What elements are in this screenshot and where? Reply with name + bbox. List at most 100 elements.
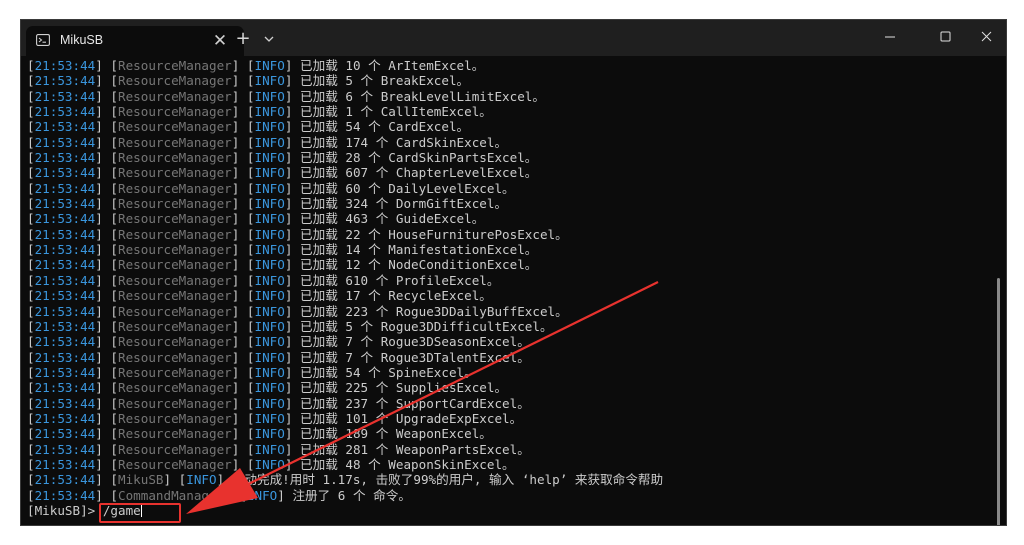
log-message: 已加载 1 个 CallItemExcel。 [300,104,492,120]
terminal-output[interactable]: [21:53:44] [ResourceManager] [INFO] 已加载 … [27,58,987,523]
log-message: 已加载 48 个 WeaponSkinExcel。 [300,456,515,472]
bracket: ] [ [95,441,119,457]
bracket: ] [ [95,211,119,227]
log-level: INFO [254,410,285,426]
log-source: ResourceManager [118,58,232,73]
bracket: ] [ [231,410,255,426]
bracket: [ [27,364,35,380]
log-line: [21:53:44] [ResourceManager] [INFO] 已加载 … [27,242,987,257]
log-line: [21:53:44] [ResourceManager] [INFO] 已加载 … [27,211,987,226]
log-message: 注册了 6 个 命令。 [292,487,411,503]
tab-mikusb[interactable]: MikuSB ✕ [26,26,244,56]
log-message: 已加载 60 个 DailyLevelExcel。 [300,180,515,196]
log-line: [21:53:44] [ResourceManager] [INFO] 已加载 … [27,58,987,73]
bracket: ] [ [224,487,247,503]
bracket: ] [ [231,380,255,396]
log-level: INFO [254,58,285,73]
bracket: ] [277,487,293,503]
log-line: [21:53:44] [ResourceManager] [INFO] 已加载 … [27,73,987,88]
log-level: INFO [254,456,285,472]
bracket: [ [27,456,35,472]
bracket: ] [ [231,196,255,212]
log-line: [21:53:44] [ResourceManager] [INFO] 已加载 … [27,457,987,472]
log-message: 已加载 17 个 RecycleExcel。 [300,288,492,304]
log-level: INFO [254,303,285,319]
bracket: ] [ [95,134,119,150]
log-timestamp: 21:53:44 [34,119,96,135]
chevron-down-icon[interactable] [259,29,279,49]
bracket: ] [ [95,472,119,488]
bracket: ] [ [231,272,255,288]
scrollbar[interactable] [997,278,1000,525]
log-source: ResourceManager [118,410,232,426]
bracket: [ [27,410,35,426]
log-level: INFO [254,318,285,334]
close-tab-icon[interactable]: ✕ [210,31,230,51]
log-timestamp: 21:53:44 [34,472,96,488]
bracket: ] [ [231,242,255,258]
new-tab-button[interactable]: + [232,28,254,50]
close-window-icon[interactable] [964,20,1007,56]
log-message: 已加载 12 个 NodeConditionExcel。 [300,257,538,273]
log-level: INFO [254,104,285,120]
log-line: [21:53:44] [ResourceManager] [INFO] 已加载 … [27,150,987,165]
bracket: ] [ [231,334,255,350]
bracket: ] [284,119,301,135]
bracket: ] [ [95,303,119,319]
log-source: ResourceManager [118,272,232,288]
log-source: ResourceManager [118,165,232,181]
bracket: ] [ [231,303,255,319]
bracket: ] [284,242,301,258]
log-line: [21:53:44] [ResourceManager] [INFO] 已加载 … [27,104,987,119]
log-line: [21:53:44] [ResourceManager] [INFO] 已加载 … [27,89,987,104]
bracket: ] [ [231,119,255,135]
log-level: INFO [254,226,285,242]
log-source: ResourceManager [118,104,232,120]
bracket: ] [ [231,88,255,104]
log-source: ResourceManager [118,349,232,365]
bracket: [ [27,196,35,212]
log-level: INFO [254,119,285,135]
log-line: [21:53:44] [MikuSB] [INFO] 启动完成!用时 1.17s… [27,472,987,487]
log-message: 已加载 5 个 BreakExcel。 [300,73,470,89]
log-line: [21:53:44] [ResourceManager] [INFO] 已加载 … [27,181,987,196]
log-line: [21:53:44] [ResourceManager] [INFO] 已加载 … [27,365,987,380]
bracket: ] [ [95,150,119,166]
bracket: ] [ [231,441,255,457]
log-source: MikuSB [118,472,164,488]
bracket: ] [ [95,487,119,503]
bracket: ] [284,380,301,396]
bracket: ] [ [95,257,119,273]
log-timestamp: 21:53:44 [34,272,96,288]
bracket: [ [27,119,35,135]
log-level: INFO [254,211,285,227]
bracket: ] [ [95,104,119,120]
log-message: 已加载 607 个 ChapterLevelExcel。 [300,165,538,181]
log-level: INFO [254,349,285,365]
log-message: 已加载 54 个 CardExcel。 [300,119,470,135]
minimize-icon[interactable] [867,20,913,56]
log-source: ResourceManager [118,88,232,104]
log-timestamp: 21:53:44 [34,226,96,242]
log-source: ResourceManager [118,364,232,380]
bracket: ] [ [95,119,119,135]
maximize-icon[interactable] [923,20,969,56]
log-level: INFO [254,150,285,166]
bracket: ] [284,226,301,242]
log-line: [21:53:44] [CommandManager] [INFO] 注册了 6… [27,488,987,503]
bracket: ] [ [95,196,119,212]
bracket: ] [ [95,165,119,181]
tab-title: MikuSB [60,33,104,47]
log-timestamp: 21:53:44 [34,380,96,396]
bracket: [ [27,58,35,73]
log-message: 已加载 7 个 Rogue3DSeasonExcel。 [300,334,530,350]
log-level: INFO [254,180,285,196]
log-timestamp: 21:53:44 [34,211,96,227]
terminal-icon [36,34,50,46]
bracket: ] [284,288,301,304]
log-source: ResourceManager [118,426,232,442]
bracket: ] [ [95,242,119,258]
bracket: ] [284,196,301,212]
log-line: [21:53:44] [ResourceManager] [INFO] 已加载 … [27,442,987,457]
log-timestamp: 21:53:44 [34,257,96,273]
